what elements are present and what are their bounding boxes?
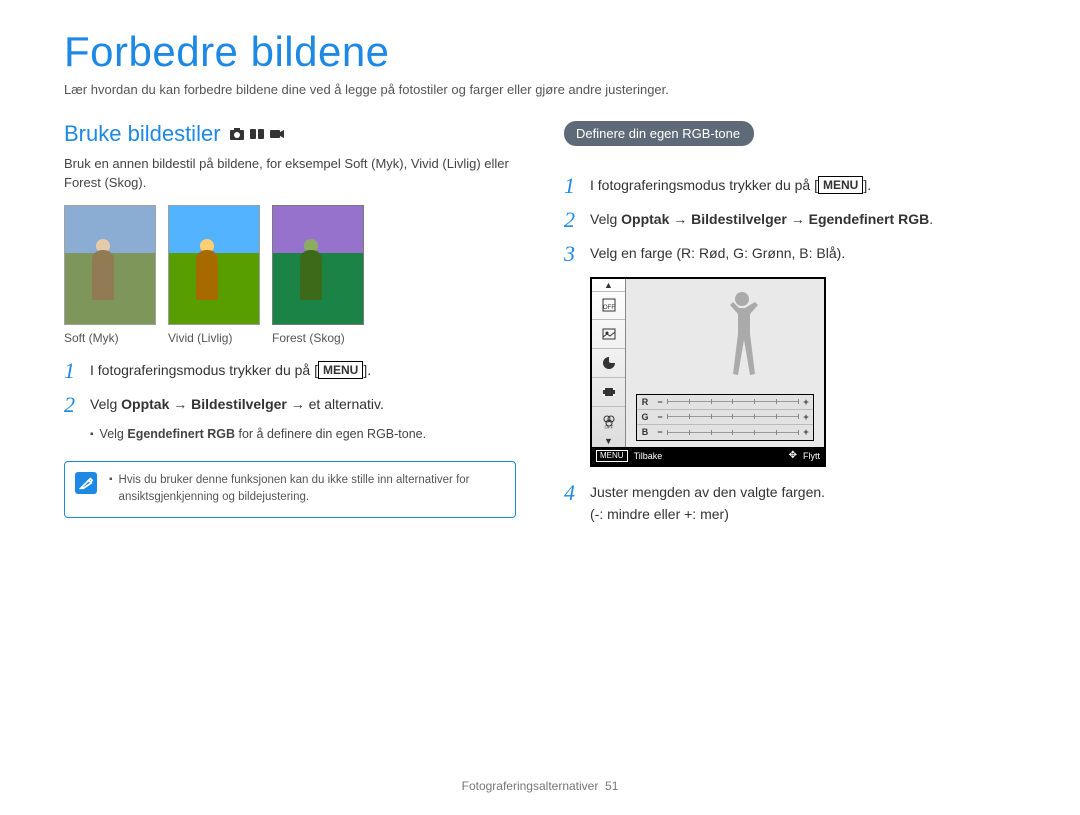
tip-text: Hvis du bruker denne funksjonen kan du i… (119, 472, 503, 507)
styles-description: Bruk en annen bildestil på bildene, for … (64, 155, 516, 193)
heading-text: Bruke bildestiler (64, 121, 221, 147)
video-icon (269, 126, 285, 142)
minus-icon: − (653, 427, 667, 437)
ss-icon-rgb-off: OFF (592, 406, 625, 435)
step-text: Velg en farge (R: Rød, G: Grønn, B: Blå)… (590, 242, 1016, 266)
thumb-cell: Soft (Myk) (64, 205, 156, 345)
minus-icon: − (653, 412, 667, 422)
plus-icon: + (799, 412, 813, 422)
ss-move-label: Flytt (803, 451, 820, 461)
steps-left: 1 I fotograferingsmodus trykker du på [M… (64, 359, 516, 417)
ss-icon-palette (592, 348, 625, 377)
ss-menu-badge: MENU (596, 450, 628, 462)
thumb-forest (272, 205, 364, 325)
steps-right-cont: 4 Juster mengden av den valgte fargen. (… (564, 481, 1016, 526)
step-text: Juster mengden av den valgte fargen. (-:… (590, 481, 1016, 526)
step-number: 4 (564, 481, 580, 526)
ss-rgb-panel: R − + G − + B − (636, 394, 814, 441)
section-heading-styles: Bruke bildestiler (64, 121, 516, 147)
svg-text:OFF: OFF (603, 305, 615, 311)
step-text: I fotograferingsmodus trykker du på [MEN… (90, 359, 516, 383)
tip-icon (75, 472, 97, 494)
step-number: 2 (564, 208, 580, 232)
page-footer: Fotograferingsalternativer 51 (0, 779, 1080, 793)
dpad-icon: ✥ (789, 450, 797, 461)
thumb-label: Soft (Myk) (64, 331, 156, 345)
ss-sidebar: ▲ OFF OFF ▼ (592, 279, 626, 447)
step-number: 3 (564, 242, 580, 266)
thumb-cell: Forest (Skog) (272, 205, 364, 345)
intro-text: Lær hvordan du kan forbedre bildene dine… (64, 82, 1016, 97)
thumbnail-row: Soft (Myk) Vivid (Livlig) Forest (Skog) (64, 205, 516, 345)
camera-screenshot: ▲ OFF OFF ▼ R − (590, 277, 826, 467)
svg-text:OFF: OFF (604, 424, 613, 429)
dual-icon (249, 126, 265, 142)
minus-icon: − (653, 397, 667, 407)
ss-icon-off: OFF (592, 291, 625, 320)
step-text: I fotograferingsmodus trykker du på [MEN… (590, 174, 1016, 198)
right-column: Definere din egen RGB-tone 1 I fotografe… (564, 121, 1016, 535)
thumb-soft (64, 205, 156, 325)
steps-right: 1 I fotograferingsmodus trykker du på [M… (564, 174, 1016, 267)
plus-icon: + (799, 427, 813, 437)
step-number: 2 (64, 393, 80, 417)
ss-icon-image (592, 319, 625, 348)
rgb-row-r: R − + (637, 395, 813, 410)
step-text: Velg Opptak → Bildestilvelger → et alter… (90, 393, 516, 417)
ss-silhouette (717, 292, 767, 382)
thumb-cell: Vivid (Livlig) (168, 205, 260, 345)
rgb-row-b: B − + (637, 425, 813, 440)
sub-bullet: Velg Egendefinert RGB for å definere din… (90, 427, 516, 443)
up-arrow-icon: ▲ (592, 279, 625, 291)
ss-bottom-bar: MENU Tilbake ✥ Flytt (592, 447, 824, 465)
thumb-vivid (168, 205, 260, 325)
step-number: 1 (564, 174, 580, 198)
ss-main: R − + G − + B − (626, 279, 824, 447)
thumb-label: Vivid (Livlig) (168, 331, 260, 345)
rgb-row-g: G − + (637, 410, 813, 425)
left-column: Bruke bildestiler Bruk en annen bildesti… (64, 121, 516, 535)
ss-icon-film (592, 377, 625, 406)
mode-icons (229, 126, 285, 142)
down-arrow-icon: ▼ (592, 435, 625, 447)
rgb-heading-pill: Definere din egen RGB-tone (564, 121, 754, 146)
page-title: Forbedre bildene (64, 28, 1016, 76)
step-text: Velg Opptak → Bildestilvelger → Egendefi… (590, 208, 1016, 232)
menu-badge: MENU (818, 176, 863, 194)
ss-back-label: Tilbake (634, 451, 663, 461)
menu-badge: MENU (318, 361, 363, 379)
thumb-label: Forest (Skog) (272, 331, 364, 345)
plus-icon: + (799, 397, 813, 407)
camera-icon (229, 126, 245, 142)
step-number: 1 (64, 359, 80, 383)
tip-box: Hvis du bruker denne funksjonen kan du i… (64, 461, 516, 518)
